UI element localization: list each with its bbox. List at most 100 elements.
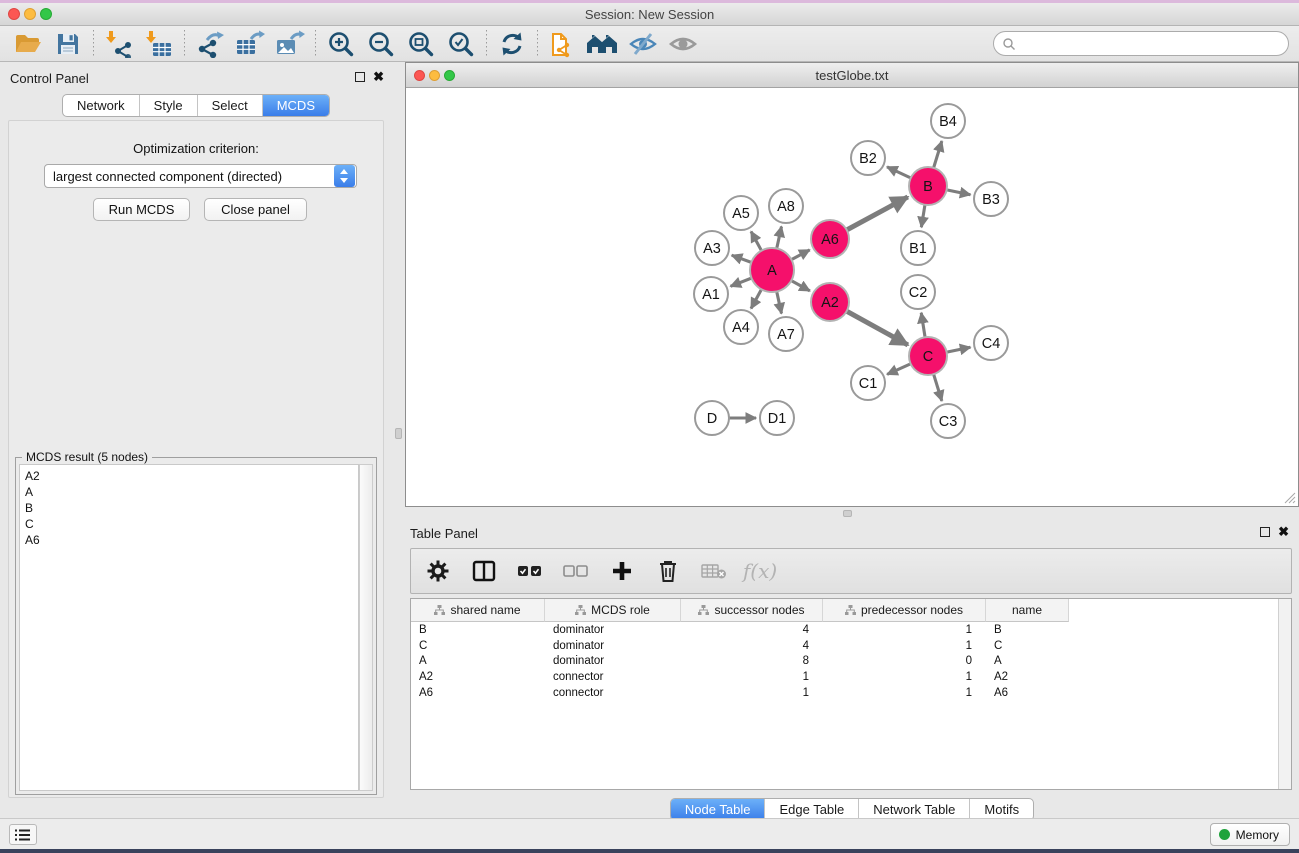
table-cell[interactable]: 1 [823,638,986,654]
refresh-network-view-icon[interactable] [492,28,532,60]
tab-select[interactable]: Select [197,95,262,116]
table-row[interactable]: Cdominator41C [411,638,1291,654]
table-cell[interactable]: connector [545,669,681,685]
zoom-out-icon[interactable] [361,28,401,60]
splitter-handle[interactable] [843,510,852,517]
table-cell[interactable]: 4 [681,622,823,638]
table-cell[interactable]: A [986,654,1069,670]
add-column-icon[interactable] [607,556,637,586]
combo-stepper-icon[interactable] [334,165,355,187]
column-header-name[interactable]: name [986,599,1069,622]
network-window-titlebar[interactable]: testGlobe.txt [406,63,1298,88]
table-cell[interactable]: connector [545,685,681,701]
deselect-all-columns-icon[interactable] [561,556,591,586]
table-cell[interactable]: dominator [545,622,681,638]
close-panel-icon[interactable]: ✖ [373,72,384,82]
resize-grip-icon[interactable] [1284,492,1296,504]
column-header-predecessor-nodes[interactable]: predecessor nodes [823,599,986,622]
horizontal-splitter[interactable] [405,508,1299,520]
node-B[interactable]: B [909,167,947,205]
tab-motifs[interactable]: Motifs [969,799,1033,820]
table-cell[interactable]: B [411,622,545,638]
memory-button[interactable]: Memory [1210,823,1290,846]
table-scrollbar[interactable] [1278,599,1291,789]
node-A7[interactable]: A7 [769,317,803,351]
node-D[interactable]: D [695,401,729,435]
hide-selected-icon[interactable] [623,28,663,60]
export-image-icon[interactable] [270,28,310,60]
node-B4[interactable]: B4 [931,104,965,138]
table-cell[interactable]: C [986,638,1069,654]
export-table-icon[interactable] [230,28,270,60]
float-panel-icon[interactable] [1260,527,1270,537]
table-cell[interactable]: dominator [545,638,681,654]
column-header-shared-name[interactable]: shared name [411,599,545,622]
node-A8[interactable]: A8 [769,189,803,223]
node-A4[interactable]: A4 [724,310,758,344]
settings-icon[interactable] [423,556,453,586]
export-network-icon[interactable] [190,28,230,60]
table-row[interactable]: A6connector11A6 [411,685,1291,701]
network-canvas[interactable]: AA1A2A3A4A5A6A7A8BB1B2B3B4CC1C2C3C4DD1 [406,89,1298,506]
search-input[interactable] [1016,37,1288,51]
tab-mcds[interactable]: MCDS [262,95,329,116]
node-B2[interactable]: B2 [851,141,885,175]
node-A3[interactable]: A3 [695,231,729,265]
table-cell[interactable]: A [411,654,545,670]
criterion-select[interactable]: largest connected component (directed) [44,164,357,188]
table-cell[interactable]: B [986,622,1069,638]
result-scrollbar[interactable] [359,464,373,791]
zoom-fit-icon[interactable] [401,28,441,60]
table-cell[interactable]: 0 [823,654,986,670]
select-all-columns-icon[interactable] [515,556,545,586]
table-row[interactable]: Adominator80A [411,654,1291,670]
import-network-icon[interactable] [99,28,139,60]
tab-network[interactable]: Network [63,95,139,116]
table-cell[interactable]: A2 [411,669,545,685]
delete-table-icon[interactable] [699,556,729,586]
table-row[interactable]: Bdominator41B [411,622,1291,638]
function-builder-icon[interactable]: f(x) [745,556,775,586]
table-cell[interactable]: 1 [823,669,986,685]
table-cell[interactable]: C [411,638,545,654]
split-panel-icon[interactable] [469,556,499,586]
mcds-result-list[interactable]: A2ABCA6 [19,464,359,791]
new-network-from-selection-icon[interactable] [543,28,583,60]
table-row[interactable]: A2connector11A2 [411,669,1291,685]
table-cell[interactable]: 1 [823,622,986,638]
node-D1[interactable]: D1 [760,401,794,435]
node-B3[interactable]: B3 [974,182,1008,216]
close-panel-icon[interactable]: ✖ [1278,527,1289,537]
tab-style[interactable]: Style [139,95,197,116]
node-A2[interactable]: A2 [811,283,849,321]
table-cell[interactable]: 1 [681,685,823,701]
column-header-MCDS-role[interactable]: MCDS role [545,599,681,622]
node-C4[interactable]: C4 [974,326,1008,360]
zoom-in-icon[interactable] [321,28,361,60]
node-A[interactable]: A [750,248,794,292]
task-history-button[interactable] [9,824,37,845]
table-cell[interactable]: dominator [545,654,681,670]
tab-edge-table[interactable]: Edge Table [764,799,858,820]
table-cell[interactable]: 1 [681,669,823,685]
node-C3[interactable]: C3 [931,404,965,438]
table-cell[interactable]: A2 [986,669,1069,685]
tab-node-table[interactable]: Node Table [671,799,765,820]
table-cell[interactable]: 4 [681,638,823,654]
network-view-window[interactable]: testGlobe.txt AA1A2A3A4A5A6A7A8BB1B2B3B4… [405,62,1299,507]
delete-columns-icon[interactable] [653,556,683,586]
show-all-icon[interactable] [663,28,703,60]
node-A6[interactable]: A6 [811,220,849,258]
table-cell[interactable]: 8 [681,654,823,670]
node-C1[interactable]: C1 [851,366,885,400]
node-A5[interactable]: A5 [724,196,758,230]
home-icon[interactable] [583,28,623,60]
node-C2[interactable]: C2 [901,275,935,309]
table-cell[interactable]: 1 [823,685,986,701]
node-C[interactable]: C [909,337,947,375]
open-session-icon[interactable] [8,28,48,60]
import-table-icon[interactable] [139,28,179,60]
node-A1[interactable]: A1 [694,277,728,311]
table-cell[interactable]: A6 [411,685,545,701]
app-titlebar[interactable]: Session: New Session [0,3,1299,26]
